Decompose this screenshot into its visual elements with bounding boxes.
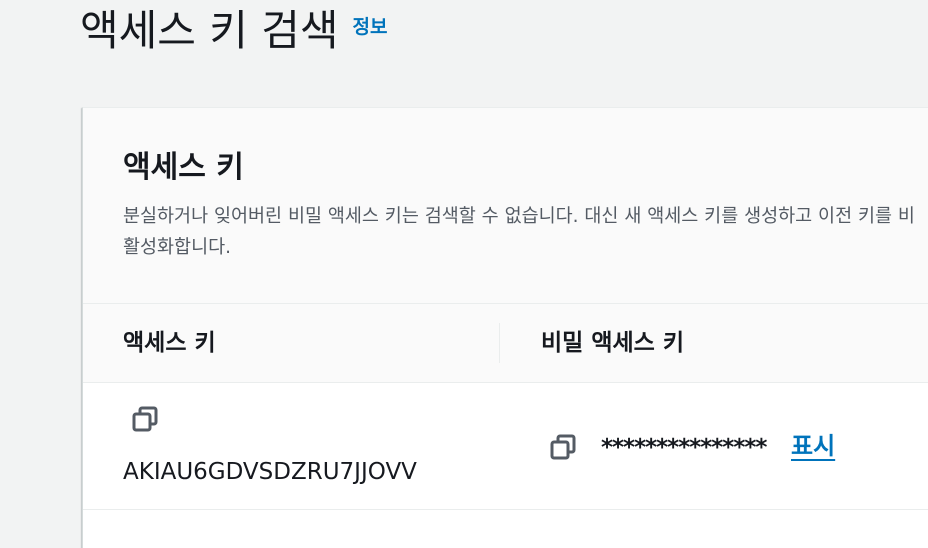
show-secret-link[interactable]: 표시 <box>791 431 835 461</box>
column-divider <box>499 323 500 363</box>
column-header-access-key: 액세스 키 <box>123 330 216 356</box>
panel-header: 액세스 키 분실하거나 잊어버린 비밀 액세스 키는 검색할 수 없습니다. 대… <box>83 108 928 304</box>
panel-description: 분실하거나 잊어버린 비밀 액세스 키는 검색할 수 없습니다. 대신 새 액세… <box>123 206 915 258</box>
page-header: 액세스 키 검색 정보 <box>80 0 388 62</box>
page-title: 액세스 키 검색 <box>80 6 339 55</box>
info-link[interactable]: 정보 <box>353 0 388 58</box>
copy-icon[interactable] <box>549 433 579 463</box>
secret-key-masked: *************** <box>601 435 767 461</box>
panel-title: 액세스 키 <box>123 150 244 185</box>
table-header-row: 액세스 키 비밀 액세스 키 <box>83 304 928 383</box>
copy-icon[interactable] <box>131 405 161 435</box>
row-divider <box>83 509 928 510</box>
column-header-secret-key: 비밀 액세스 키 <box>541 330 684 356</box>
access-key-value: AKIAU6GDVSDZRU7JJOVV <box>123 459 417 485</box>
access-key-panel: 액세스 키 분실하거나 잊어버린 비밀 액세스 키는 검색할 수 없습니다. 대… <box>82 107 928 548</box>
